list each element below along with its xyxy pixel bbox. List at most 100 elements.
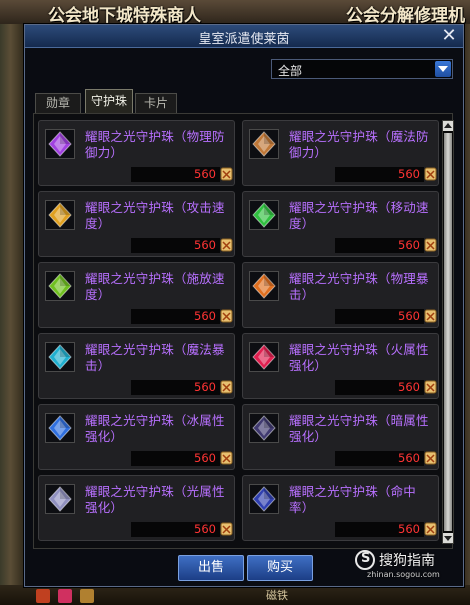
coin-icon (220, 166, 233, 182)
item-price: 560 (398, 309, 420, 323)
price-field: 560 (335, 238, 424, 253)
item-list-panel: 耀眼之光守护珠（物理防御力） 560 耀眼之光守护珠（魔法防御力） 560 耀眼之光守护… (33, 113, 454, 549)
item-name: 耀眼之光守护珠（施放速度） (85, 271, 225, 302)
sogou-logo-icon (355, 550, 375, 570)
buy-button[interactable]: 购买 (247, 555, 313, 581)
gem-icon (249, 200, 279, 230)
category-filter-value: 全部 (278, 64, 303, 78)
gem-icon (249, 413, 279, 443)
coin-icon (220, 237, 233, 253)
gem-icon (249, 484, 279, 514)
item-price: 560 (194, 167, 216, 181)
item-name: 耀眼之光守护珠（命中率） (289, 484, 417, 515)
item-name: 耀眼之光守护珠（暗属性强化） (289, 413, 429, 444)
npc-name-merchant: 公会地下城特殊商人 (48, 6, 201, 26)
shop-item[interactable]: 耀眼之光守护珠（火属性强化） 560 (242, 333, 439, 399)
npc-name-repair-machine: 公会分解修理机 (346, 6, 465, 26)
item-price: 560 (194, 522, 216, 536)
hotbar-slot[interactable] (58, 589, 72, 603)
item-price: 560 (194, 238, 216, 252)
background-left-scene (0, 24, 26, 605)
item-price: 560 (194, 451, 216, 465)
tab-label: 卡片 (143, 96, 168, 110)
tab-cards[interactable]: 卡片 (135, 93, 177, 113)
shop-item[interactable]: 耀眼之光守护珠（攻击速度） 560 (38, 191, 235, 257)
watermark: 搜狗指南 zhinan.sogou.com (355, 548, 467, 584)
watermark-url: zhinan.sogou.com (367, 570, 440, 579)
chevron-down-icon[interactable] (435, 61, 451, 77)
gem-icon (249, 129, 279, 159)
item-name: 耀眼之光守护珠（光属性强化） (85, 484, 225, 515)
item-name: 耀眼之光守护珠（火属性强化） (289, 342, 429, 373)
item-name: 耀眼之光守护珠（冰属性强化） (85, 413, 225, 444)
item-price: 560 (398, 451, 420, 465)
item-name: 耀眼之光守护珠（魔法暴击） (85, 342, 225, 373)
gem-icon (45, 484, 75, 514)
shop-dialog: 皇室派遣使莱茵 ✕ 全部 勋章 守护珠 卡片 耀眼之光守护珠（物理防御力） 560… (24, 24, 464, 587)
coin-icon (220, 308, 233, 324)
shop-item[interactable]: 耀眼之光守护珠（施放速度） 560 (38, 262, 235, 328)
close-icon[interactable]: ✕ (439, 26, 459, 46)
coin-icon (424, 166, 437, 182)
coin-icon (220, 521, 233, 537)
coin-icon (220, 450, 233, 466)
coin-icon (424, 379, 437, 395)
price-field: 560 (131, 167, 220, 182)
shop-item[interactable]: 耀眼之光守护珠（物理暴击） 560 (242, 262, 439, 328)
item-name: 耀眼之光守护珠（物理防御力） (85, 129, 225, 160)
price-field: 560 (335, 309, 424, 324)
scrollbar-thumb[interactable] (444, 133, 452, 531)
tab-label: 守护珠 (90, 94, 127, 108)
watermark-text: 搜狗指南 (379, 553, 435, 569)
hotbar-slot[interactable] (36, 589, 50, 603)
item-price: 560 (194, 380, 216, 394)
gem-icon (45, 200, 75, 230)
shop-item[interactable]: 耀眼之光守护珠（魔法防御力） 560 (242, 120, 439, 186)
shop-item[interactable]: 耀眼之光守护珠（暗属性强化） 560 (242, 404, 439, 470)
price-field: 560 (335, 451, 424, 466)
gem-icon (45, 342, 75, 372)
shop-item[interactable]: 耀眼之光守护珠（命中率） 560 (242, 475, 439, 541)
item-price: 560 (398, 167, 420, 181)
price-field: 560 (131, 238, 220, 253)
item-price: 560 (194, 309, 216, 323)
bottom-label: 磁铁 (266, 589, 288, 602)
price-field: 560 (131, 380, 220, 395)
item-name: 耀眼之光守护珠（攻击速度） (85, 200, 225, 231)
price-field: 560 (335, 167, 424, 182)
shop-item[interactable]: 耀眼之光守护珠（移动速度） 560 (242, 191, 439, 257)
shop-item[interactable]: 耀眼之光守护珠（物理防御力） 560 (38, 120, 235, 186)
dialog-titlebar[interactable]: 皇室派遣使莱茵 ✕ (25, 25, 463, 48)
category-filter-select[interactable]: 全部 (271, 59, 453, 79)
item-name: 耀眼之光守护珠（移动速度） (289, 200, 429, 231)
gem-icon (45, 413, 75, 443)
price-field: 560 (131, 309, 220, 324)
price-field: 560 (335, 380, 424, 395)
background-top-bar: 公会地下城特殊商人 公会分解修理机 (0, 0, 470, 26)
dialog-title: 皇室派遣使莱茵 (198, 32, 290, 47)
sell-button[interactable]: 出售 (178, 555, 244, 581)
shop-item[interactable]: 耀眼之光守护珠（魔法暴击） 560 (38, 333, 235, 399)
gem-icon (45, 129, 75, 159)
scroll-up-button[interactable] (443, 121, 453, 131)
coin-icon (424, 450, 437, 466)
tab-medals[interactable]: 勋章 (35, 93, 81, 113)
scroll-down-button[interactable] (443, 533, 453, 543)
shop-item[interactable]: 耀眼之光守护珠（光属性强化） 560 (38, 475, 235, 541)
shop-item[interactable]: 耀眼之光守护珠（冰属性强化） 560 (38, 404, 235, 470)
price-field: 560 (335, 522, 424, 537)
gem-icon (45, 271, 75, 301)
gem-icon (249, 271, 279, 301)
scrollbar[interactable] (442, 120, 454, 544)
coin-icon (220, 379, 233, 395)
tab-guardian-beads[interactable]: 守护珠 (85, 89, 133, 113)
coin-icon (424, 521, 437, 537)
item-price: 560 (398, 522, 420, 536)
item-price: 560 (398, 238, 420, 252)
coin-icon (424, 237, 437, 253)
item-price: 560 (398, 380, 420, 394)
item-name: 耀眼之光守护珠（魔法防御力） (289, 129, 429, 160)
price-field: 560 (131, 451, 220, 466)
hotbar-slot[interactable] (80, 589, 94, 603)
price-field: 560 (131, 522, 220, 537)
